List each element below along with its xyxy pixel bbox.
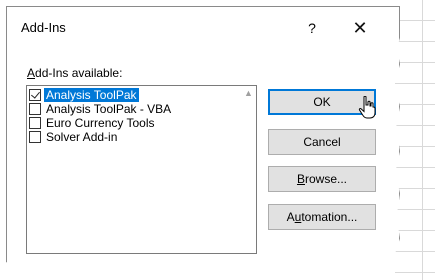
checkbox-euro-currency-tools[interactable] — [29, 117, 41, 129]
checkbox-analysis-toolpak[interactable] — [29, 89, 41, 101]
list-item-label: Analysis ToolPak - VBA — [46, 102, 172, 116]
automation-button[interactable]: Automation... — [268, 204, 376, 230]
checkbox-analysis-toolpak-vba[interactable] — [29, 103, 41, 115]
dialog-title: Add-Ins — [21, 20, 66, 35]
cancel-button[interactable]: Cancel — [268, 129, 376, 155]
add-ins-listbox[interactable]: Analysis ToolPak Analysis ToolPak - VBA … — [26, 85, 257, 254]
mouse-pointer-icon — [358, 96, 376, 119]
add-ins-dialog: Add-Ins ? ✕ Add-Ins available: Analysis … — [6, 6, 400, 269]
scroll-up-icon[interactable]: ▲ — [241, 86, 256, 101]
list-item-label: Analysis ToolPak — [44, 88, 139, 102]
add-ins-available-label: Add-Ins available: — [27, 66, 123, 80]
spreadsheet-background — [395, 0, 435, 280]
browse-button[interactable]: Browse... — [268, 166, 376, 192]
list-item-label: Solver Add-in — [46, 130, 118, 144]
list-item-analysis-toolpak-vba[interactable]: Analysis ToolPak - VBA — [29, 102, 237, 116]
help-button[interactable]: ? — [302, 18, 322, 38]
checkbox-solver-add-in[interactable] — [29, 131, 41, 143]
list-item-label: Euro Currency Tools — [46, 116, 155, 130]
list-item-analysis-toolpak[interactable]: Analysis ToolPak — [29, 88, 237, 102]
list-item-solver-add-in[interactable]: Solver Add-in — [29, 130, 237, 144]
title-bar: Add-Ins ? ✕ — [7, 7, 399, 49]
list-item-euro-currency-tools[interactable]: Euro Currency Tools — [29, 116, 237, 130]
listbox-scrollbar[interactable]: ▲ — [241, 86, 256, 253]
close-icon[interactable]: ✕ — [345, 15, 375, 41]
